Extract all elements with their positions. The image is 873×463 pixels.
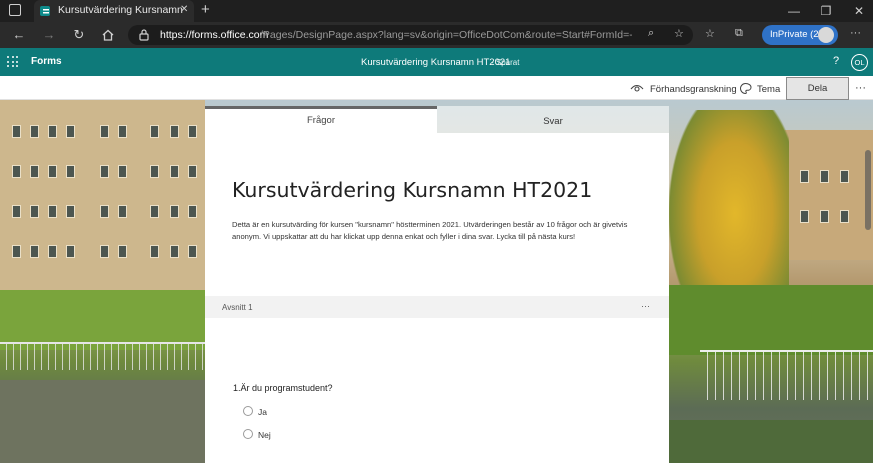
close-tab-icon[interactable]: ✕ (180, 4, 188, 15)
forms-favicon-icon (40, 6, 50, 16)
background-building-left (0, 100, 205, 300)
radio-option-yes[interactable] (243, 406, 253, 416)
favorites-icon[interactable]: ☆ (705, 27, 715, 40)
help-button[interactable]: ? (830, 55, 842, 67)
page-scrollbar[interactable] (865, 150, 871, 230)
section-header[interactable] (205, 296, 669, 318)
home-icon[interactable] (101, 28, 115, 42)
url-host: https://forms.office.com (160, 29, 269, 41)
new-tab-button[interactable]: + (201, 1, 210, 18)
window-close-icon[interactable]: ✕ (851, 3, 867, 19)
section-label: Avsnitt 1 (222, 303, 253, 312)
radio-option-no[interactable] (243, 429, 253, 439)
app-name[interactable]: Forms (31, 56, 62, 67)
background-grass-right (669, 285, 873, 355)
forward-button[interactable]: → (40, 26, 58, 44)
preview-button[interactable]: Förhandsgranskning (650, 84, 737, 95)
background-water-left (0, 380, 205, 463)
background-grass-left (0, 290, 205, 350)
background-water-right (669, 420, 873, 463)
tab-title: Kursutvärdering Kursnamn HT20 (58, 4, 186, 16)
form-description[interactable]: Detta är en kursutvärding för kursen "ku… (232, 219, 650, 243)
eye-icon[interactable] (630, 83, 644, 93)
form-title[interactable]: Kursutvärdering Kursnamn HT2021 (232, 178, 592, 202)
minimize-icon[interactable]: — (786, 3, 802, 19)
tab-responses-label: Svar (543, 116, 563, 127)
more-options-button[interactable]: ··· (855, 82, 866, 94)
palette-icon[interactable] (739, 82, 752, 95)
option-label-yes: Ja (258, 407, 267, 417)
tab-actions-icon[interactable] (9, 4, 21, 16)
theme-button[interactable]: Tema (757, 84, 780, 95)
restore-icon[interactable]: ❐ (818, 3, 834, 19)
browser-menu-icon[interactable]: ··· (850, 27, 861, 39)
lock-icon[interactable] (138, 28, 150, 42)
header-form-title[interactable]: Kursutvärdering Kursnamn HT2021 (361, 57, 510, 68)
saved-status: - Sparat (491, 58, 520, 67)
refresh-button[interactable]: ↻ (70, 26, 88, 44)
user-avatar[interactable]: OL (851, 54, 868, 71)
background-railing-right (700, 350, 873, 400)
section-more-button[interactable]: ··· (641, 301, 650, 311)
browser-window: Kursutvärdering Kursnamn HT20 ✕ + — ❐ ✕ … (0, 0, 873, 463)
back-button[interactable]: ← (10, 26, 28, 44)
favorite-star-icon[interactable]: ☆ (674, 27, 684, 40)
tab-questions-label: Frågor (307, 115, 335, 126)
share-button[interactable]: Dela (786, 77, 849, 100)
zoom-icon[interactable]: ⌕ (648, 27, 654, 40)
profile-avatar-icon (818, 27, 834, 43)
option-label-no: Nej (258, 430, 271, 440)
question-title[interactable]: 1.Är du programstudent? (233, 383, 333, 393)
background-railing-left (0, 342, 205, 370)
collections-icon[interactable]: ⧉ (735, 27, 743, 40)
url-path: /Pages/DesignPage.aspx?lang=sv&origin=Of… (260, 29, 632, 41)
app-launcher-icon[interactable] (7, 56, 19, 68)
inprivate-label: InPrivate (2) (770, 29, 822, 40)
